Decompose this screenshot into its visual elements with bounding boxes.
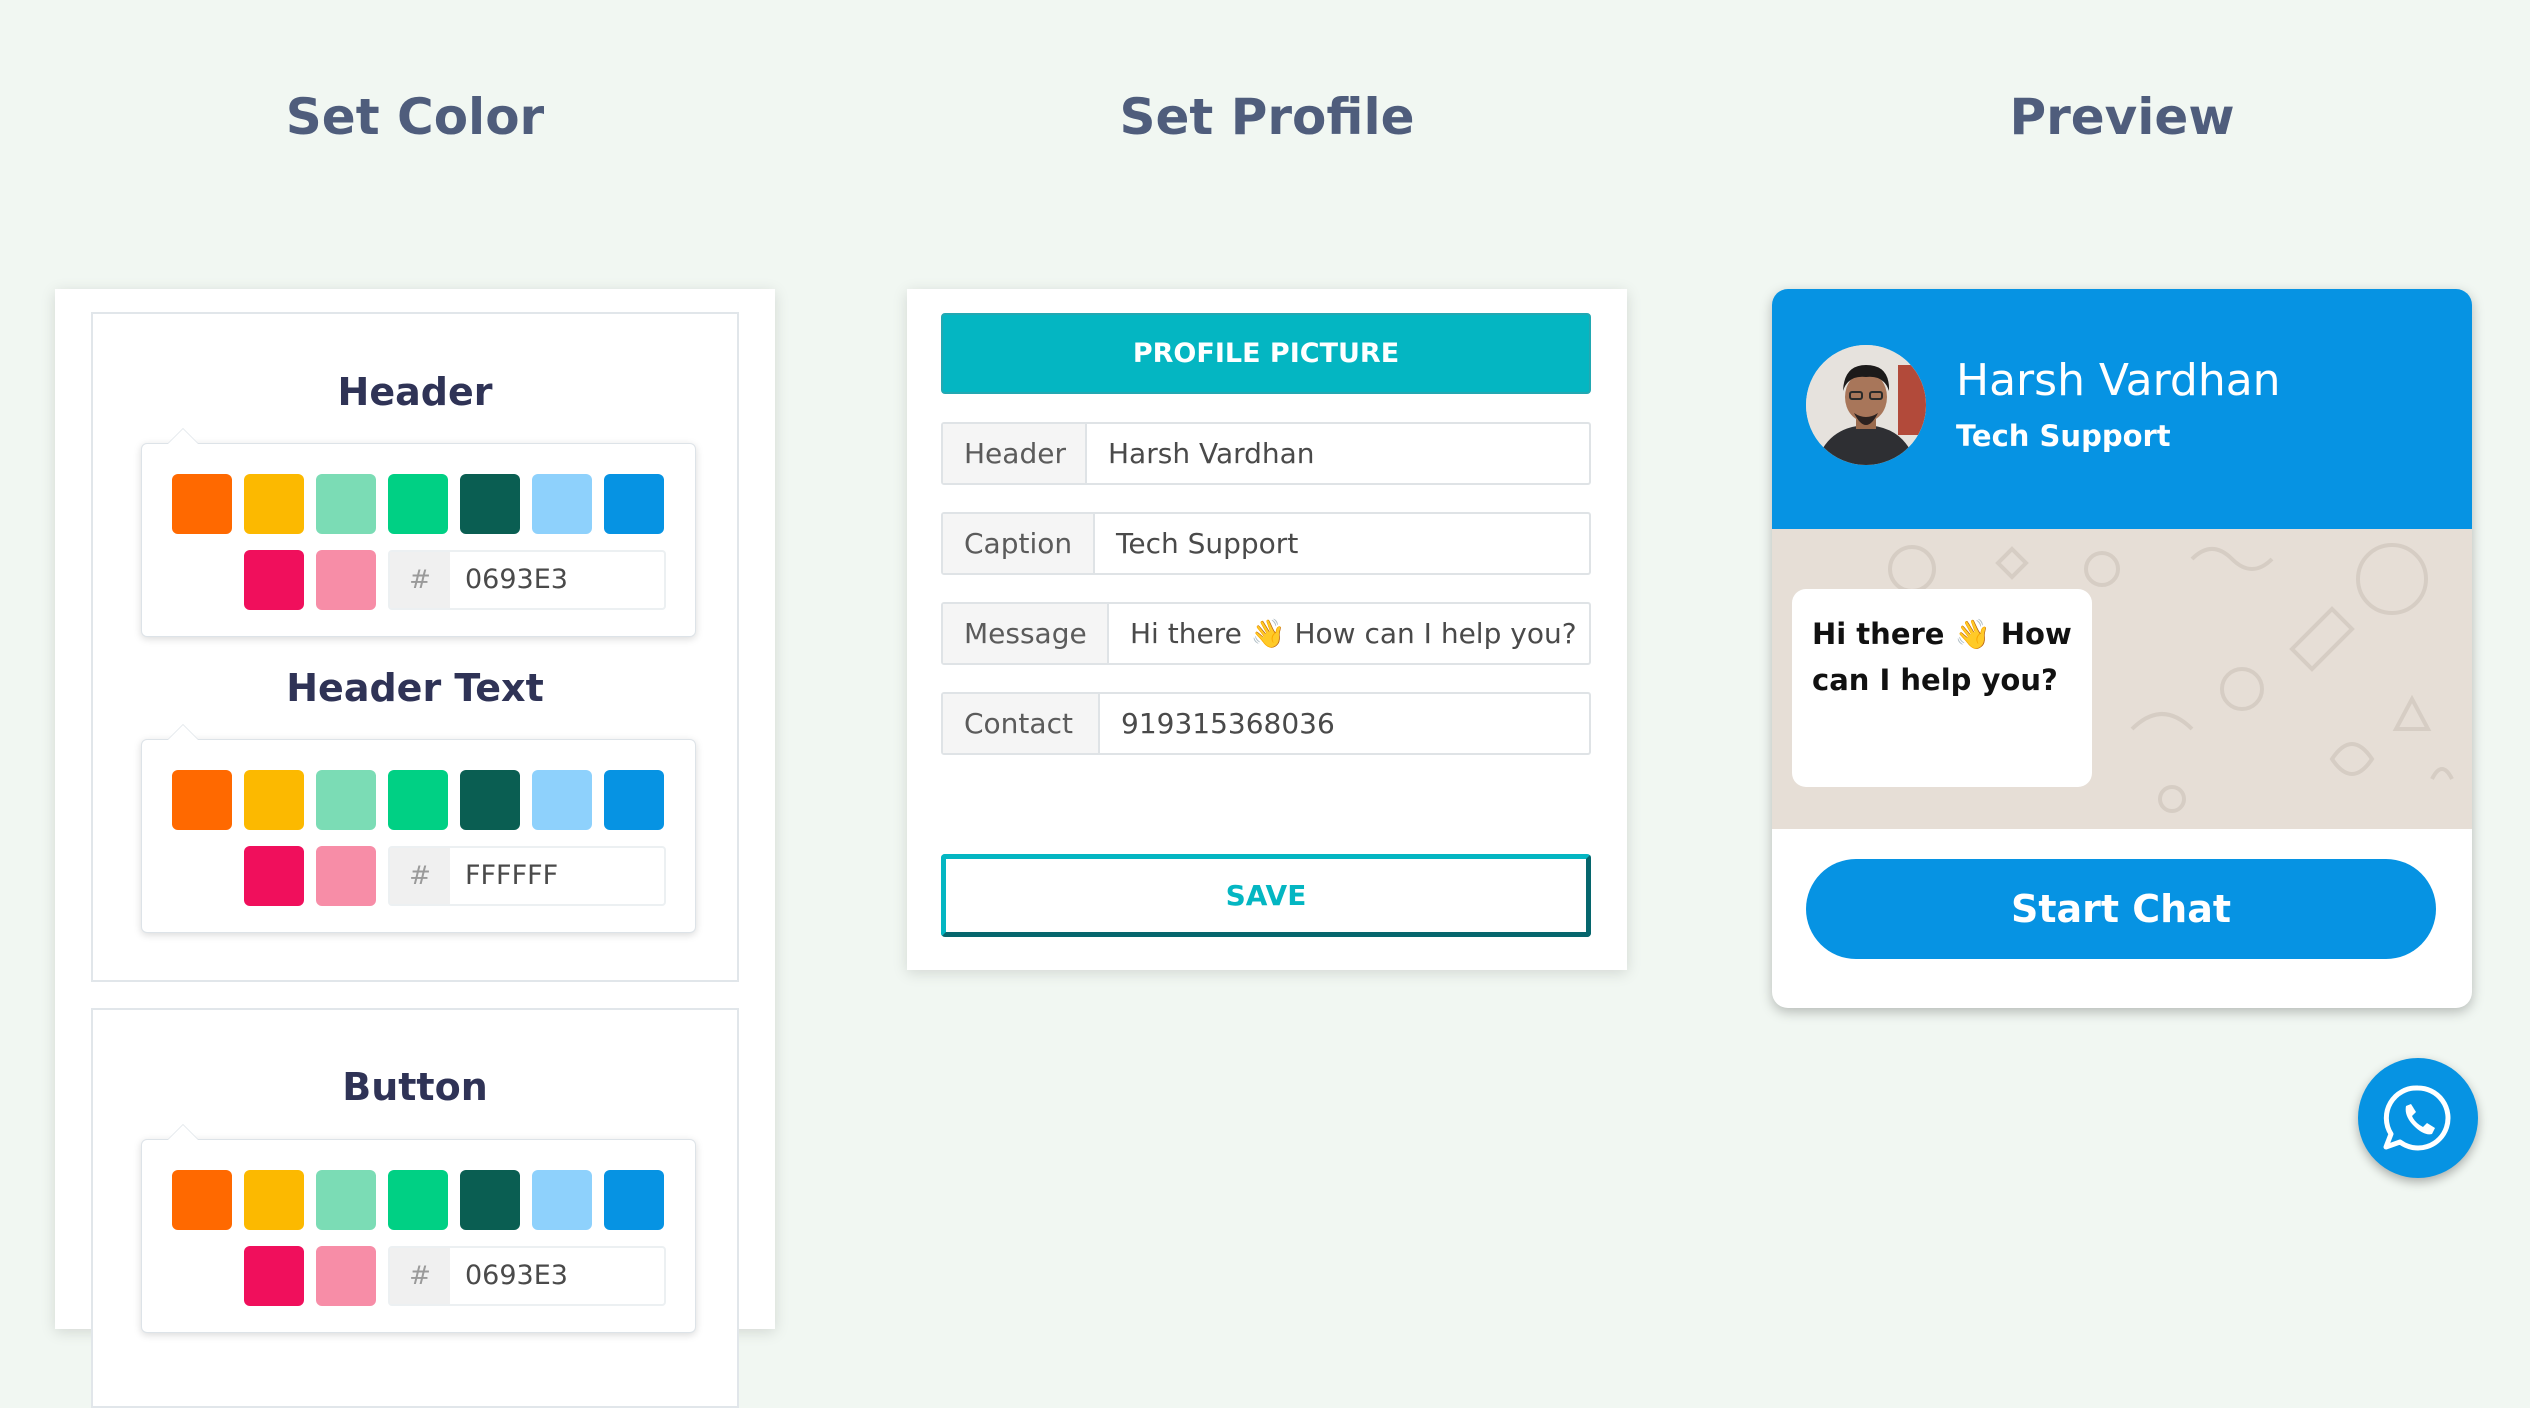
color-swatch[interactable] <box>172 770 232 830</box>
preview-chat-area: Hi there 👋 How can I help you? <box>1772 529 2472 829</box>
start-chat-button[interactable]: Start Chat <box>1806 859 2436 959</box>
color-swatch[interactable] <box>244 770 304 830</box>
color-swatch[interactable] <box>316 1246 376 1306</box>
caption-field[interactable]: Caption Tech Support <box>941 512 1591 575</box>
button-color-title: Button <box>342 1065 488 1109</box>
color-swatch[interactable] <box>316 550 376 610</box>
color-swatch[interactable] <box>532 474 592 534</box>
set-color-title: Set Color <box>285 88 545 146</box>
color-settings-panel: Header # 0693E3 Header Text # FFFFFF But… <box>55 289 775 1408</box>
message-bubble: Hi there 👋 How can I help you? <box>1792 589 2092 787</box>
header-text-hex-value: FFFFFF <box>465 860 559 891</box>
color-swatch[interactable] <box>316 474 376 534</box>
hash-label: # <box>390 848 450 904</box>
color-swatch[interactable] <box>316 846 376 906</box>
caption-field-label: Caption <box>943 514 1095 573</box>
color-swatch[interactable] <box>460 474 520 534</box>
color-swatch[interactable] <box>244 550 304 610</box>
color-swatch[interactable] <box>532 1170 592 1230</box>
contact-field[interactable]: Contact 919315368036 <box>941 692 1591 755</box>
color-swatch[interactable] <box>460 1170 520 1230</box>
set-profile-title: Set Profile <box>1119 88 1415 146</box>
whatsapp-fab-button[interactable] <box>2358 1058 2478 1178</box>
color-swatch[interactable] <box>244 1170 304 1230</box>
header-field[interactable]: Header Harsh Vardhan <box>941 422 1591 485</box>
hash-label: # <box>390 1248 450 1304</box>
header-text-hex-input[interactable]: # FFFFFF <box>388 846 666 906</box>
message-field-label: Message <box>943 604 1109 663</box>
color-swatch[interactable] <box>244 1246 304 1306</box>
button-color-box: Button # 0693E3 <box>91 1008 739 1408</box>
header-field-value[interactable]: Harsh Vardhan <box>1108 424 1315 483</box>
header-text-color-title: Header Text <box>286 666 544 710</box>
color-swatch[interactable] <box>172 474 232 534</box>
profile-picture-button[interactable]: PROFILE PICTURE <box>941 313 1591 394</box>
header-field-label: Header <box>943 424 1087 483</box>
color-swatch[interactable] <box>532 770 592 830</box>
button-hex-input[interactable]: # 0693E3 <box>388 1246 666 1306</box>
profile-photo <box>1806 345 1926 465</box>
header-hex-input[interactable]: # 0693E3 <box>388 550 666 610</box>
whatsapp-icon <box>2383 1085 2451 1151</box>
message-field-value[interactable]: Hi there 👋 How can I help you? <box>1130 604 1577 663</box>
color-swatch[interactable] <box>316 1170 376 1230</box>
preview-title: Preview <box>2009 88 2235 146</box>
save-button[interactable]: SAVE <box>941 854 1591 937</box>
color-swatch[interactable] <box>244 846 304 906</box>
header-hex-value: 0693E3 <box>465 564 568 595</box>
color-swatch[interactable] <box>388 474 448 534</box>
chat-widget-preview: Harsh Vardhan Tech Support Hi there 👋 Ho… <box>1772 289 2472 1008</box>
caption-field-value[interactable]: Tech Support <box>1116 514 1298 573</box>
color-swatch[interactable] <box>604 1170 664 1230</box>
color-swatch[interactable] <box>388 1170 448 1230</box>
hash-label: # <box>390 552 450 608</box>
avatar <box>1806 345 1926 465</box>
contact-field-value[interactable]: 919315368036 <box>1121 694 1335 753</box>
color-swatch[interactable] <box>388 770 448 830</box>
color-swatch[interactable] <box>460 770 520 830</box>
preview-caption: Tech Support <box>1956 419 2171 453</box>
color-swatch[interactable] <box>604 770 664 830</box>
contact-field-label: Contact <box>943 694 1100 753</box>
header-color-title: Header <box>337 370 493 414</box>
button-hex-value: 0693E3 <box>465 1260 568 1291</box>
color-swatch[interactable] <box>316 770 376 830</box>
color-swatch[interactable] <box>172 1170 232 1230</box>
message-field[interactable]: Message Hi there 👋 How can I help you? <box>941 602 1591 665</box>
header-color-box: Header # 0693E3 Header Text # FFFFFF <box>91 312 739 982</box>
preview-header: Harsh Vardhan Tech Support <box>1772 289 2472 529</box>
header-text-color-picker: # FFFFFF <box>141 725 696 933</box>
preview-name: Harsh Vardhan <box>1956 355 2281 406</box>
header-color-picker: # 0693E3 <box>141 429 696 637</box>
color-swatch[interactable] <box>604 474 664 534</box>
color-swatch[interactable] <box>244 474 304 534</box>
button-color-picker: # 0693E3 <box>141 1125 696 1333</box>
profile-settings-panel: PROFILE PICTURE Header Harsh Vardhan Cap… <box>907 289 1627 970</box>
